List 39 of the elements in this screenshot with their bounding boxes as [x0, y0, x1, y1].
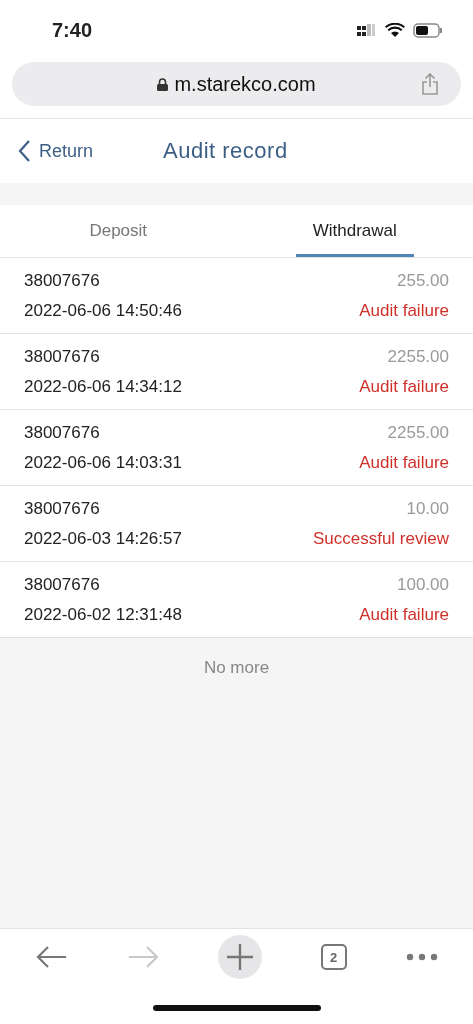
record-time: 2022-06-06 14:50:46 — [24, 300, 183, 321]
more-icon[interactable] — [405, 953, 438, 961]
page-title: Audit record — [163, 138, 288, 164]
record-status: Audit failure — [359, 300, 449, 321]
record-status: Successful review — [312, 528, 449, 549]
tab[interactable]: Deposit — [0, 205, 237, 257]
account-number: 38007676 — [24, 346, 101, 367]
wifi-icon — [385, 22, 405, 38]
record-status: Audit failure — [359, 604, 449, 625]
record-time: 2022-06-06 14:34:12 — [24, 376, 183, 397]
address-bar[interactable]: m.starekco.com — [12, 62, 461, 106]
account-number: 38007676 — [24, 422, 101, 443]
account-number: 38007676 — [24, 498, 101, 519]
amount: 2255.00 — [386, 346, 449, 367]
clock-time: 7:40 — [52, 18, 93, 42]
return-button[interactable]: Return — [18, 139, 163, 163]
new-tab-button[interactable] — [217, 935, 262, 979]
back-arrow-icon[interactable] — [35, 945, 68, 969]
share-icon[interactable] — [421, 73, 439, 95]
record-time: 2022-06-06 14:03:31 — [24, 452, 183, 473]
record-status: Audit failure — [359, 452, 449, 473]
tab-count-button[interactable]: 2 — [320, 944, 347, 970]
record-status: Audit failure — [359, 376, 449, 397]
end-note: No more — [203, 658, 270, 677]
lock-icon — [157, 77, 169, 91]
signal-icon — [357, 24, 377, 36]
chevron-left-icon — [18, 139, 31, 163]
account-number: 38007676 — [24, 270, 101, 291]
battery-icon — [413, 22, 443, 38]
amount: 10.00 — [405, 498, 449, 519]
amount: 100.00 — [396, 574, 449, 595]
record-time: 2022-06-03 14:26:57 — [24, 528, 183, 549]
tab[interactable]: Withdrawal — [236, 205, 473, 257]
amount: 255.00 — [396, 270, 449, 291]
account-number: 38007676 — [24, 574, 101, 595]
record-time: 2022-06-02 12:31:48 — [24, 604, 183, 625]
plus-icon — [225, 943, 254, 971]
amount: 2255.00 — [386, 422, 449, 443]
url-text: m.starekco.com — [174, 72, 316, 96]
